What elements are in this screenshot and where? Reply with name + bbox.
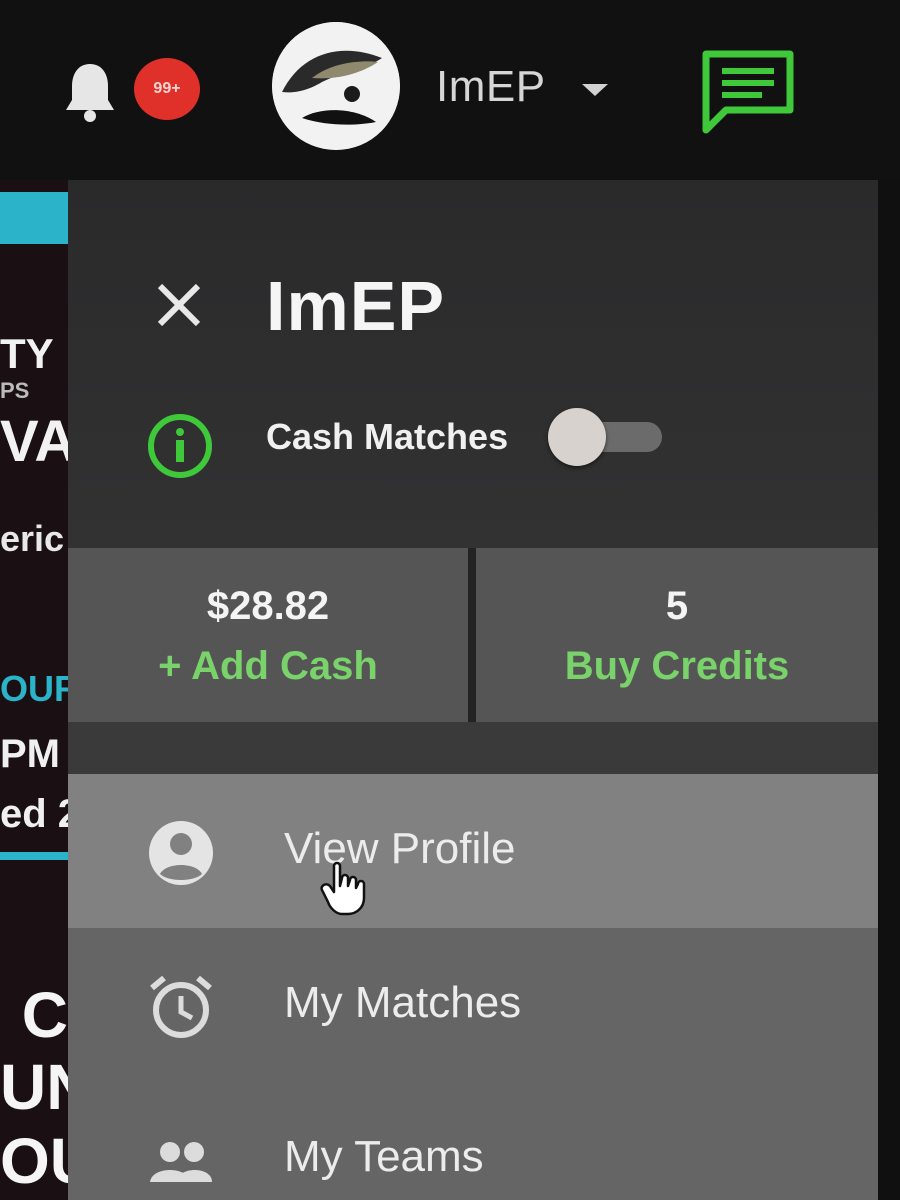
credits-balance: 5 (665, 584, 689, 628)
background-text-fragment: PS (0, 378, 30, 403)
menu-item-my-teams[interactable]: My Teams (68, 1082, 878, 1200)
toggle-knob (548, 408, 606, 466)
background-text-fragment: eric (0, 518, 65, 559)
background-text-fragment: C (21, 979, 68, 1051)
background-text-fragment: VAI (0, 409, 68, 474)
cash-balance: $28.82 (206, 584, 330, 628)
person-icon (149, 821, 213, 885)
alarm-clock-icon (150, 975, 212, 1038)
menu-item-view-profile[interactable]: View Profile (68, 774, 878, 928)
close-icon[interactable] (154, 280, 204, 330)
wallet-panel: $28.82 + Add Cash 5 Buy Credits (68, 548, 878, 722)
background-text-fragment: OUR (0, 668, 68, 709)
app-window: 99+ ImEP TY PS VAI (0, 0, 900, 1200)
hand-cursor-icon (320, 861, 366, 916)
top-bar: 99+ ImEP (0, 0, 900, 180)
drawer-title: ImEP (266, 267, 446, 345)
notification-badge[interactable]: 99+ (134, 58, 200, 120)
background-page: TY PS VAI eric OUR PM ed 2 C UN OU (0, 180, 68, 1200)
people-icon (150, 1142, 212, 1182)
drawer-edge (878, 180, 900, 1200)
avatar[interactable] (272, 22, 400, 150)
buy-credits-card[interactable]: 5 Buy Credits (476, 548, 878, 722)
chat-message-icon[interactable] (700, 48, 796, 134)
bell-icon[interactable] (62, 60, 118, 124)
drawer-header: ImEP Cash Matches (68, 180, 878, 548)
info-icon[interactable] (146, 412, 214, 480)
background-text-fragment: UN (0, 1051, 68, 1123)
background-text-fragment: ed 2 (0, 792, 68, 836)
add-cash-card[interactable]: $28.82 + Add Cash (68, 548, 468, 722)
add-cash-link[interactable]: + Add Cash (68, 644, 468, 689)
background-divider (0, 852, 68, 860)
username-display[interactable]: ImEP (436, 62, 546, 112)
cash-matches-label: Cash Matches (266, 416, 509, 457)
buy-credits-link[interactable]: Buy Credits (476, 644, 878, 689)
section-divider (68, 722, 878, 774)
background-banner (0, 192, 68, 244)
avatar-image (272, 22, 400, 150)
menu-item-label: My Teams (284, 1132, 484, 1181)
user-drawer: ImEP Cash Matches $28.82 + Add Cash 5 Bu… (68, 180, 878, 1200)
chevron-down-icon[interactable] (582, 84, 608, 96)
cash-matches-toggle[interactable] (548, 406, 662, 466)
menu-item-label: My Matches (284, 978, 522, 1027)
menu-item-my-matches[interactable]: My Matches (68, 928, 878, 1082)
background-text-fragment: TY (0, 330, 54, 377)
background-text-fragment: OU (0, 1125, 68, 1197)
background-text-fragment: PM (0, 732, 60, 776)
